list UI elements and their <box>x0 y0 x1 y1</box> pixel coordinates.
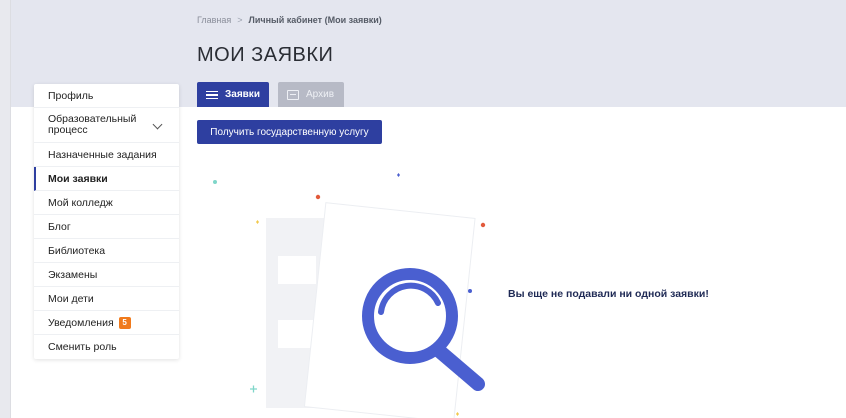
tab-archive[interactable]: Архив <box>278 82 344 107</box>
sidebar-item-label: Сменить роль <box>48 341 117 353</box>
breadcrumb: Главная > Личный кабинет (Мои заявки) <box>197 15 382 25</box>
notification-count-badge: 5 <box>118 316 131 329</box>
sidebar-item-switch-role[interactable]: Сменить роль <box>34 335 179 359</box>
get-service-button[interactable]: Получить государственную услугу <box>197 120 382 144</box>
tab-requests[interactable]: Заявки <box>197 82 269 107</box>
sidebar-item-label: Назначенные задания <box>48 148 157 161</box>
sidebar-item-label: Мои заявки <box>48 172 108 185</box>
sidebar-item-notifications[interactable]: Уведомления 5 <box>34 311 179 335</box>
sidebar-item-label: Блог <box>48 220 71 233</box>
page-title: МОИ ЗАЯВКИ <box>197 44 334 66</box>
sidebar-item-label: Библиотека <box>48 244 106 257</box>
sidebar-item-profile[interactable]: Профиль <box>34 84 179 108</box>
breadcrumb-home[interactable]: Главная <box>197 15 231 25</box>
sidebar-item-library[interactable]: Библиотека <box>34 239 179 263</box>
sidebar-item-label: Профиль <box>48 89 94 102</box>
sidebar-item-education[interactable]: Образовательный процесс <box>34 108 179 143</box>
sidebar-item-my-college[interactable]: Мой колледж <box>34 191 179 215</box>
sidebar: Профиль Образовательный процесс Назначен… <box>34 84 179 359</box>
sidebar-item-assigned-tasks[interactable]: Назначенные задания <box>34 143 179 167</box>
sidebar-item-label: Экзамены <box>48 268 98 281</box>
chevron-down-icon[interactable] <box>152 119 163 130</box>
sidebar-item-exams[interactable]: Экзамены <box>34 263 179 287</box>
sidebar-item-label: Образовательный процесс <box>48 113 137 136</box>
sidebar-item-label: Мой колледж <box>48 196 113 209</box>
empty-state-message: Вы еще не подавали ни одной заявки! <box>508 288 709 300</box>
sidebar-item-label: Уведомления <box>48 316 114 329</box>
tab-archive-label: Архив <box>306 89 335 100</box>
sidebar-item-my-children[interactable]: Мои дети <box>34 287 179 311</box>
sidebar-item-label: Мои дети <box>48 292 94 305</box>
tab-requests-label: Заявки <box>225 89 260 100</box>
sidebar-item-blog[interactable]: Блог <box>34 215 179 239</box>
breadcrumb-current: Личный кабинет (Мои заявки) <box>248 15 382 25</box>
archive-icon <box>287 89 299 100</box>
list-icon <box>206 90 218 100</box>
sidebar-item-my-requests[interactable]: Мои заявки <box>34 167 179 191</box>
breadcrumb-separator: > <box>237 15 243 25</box>
